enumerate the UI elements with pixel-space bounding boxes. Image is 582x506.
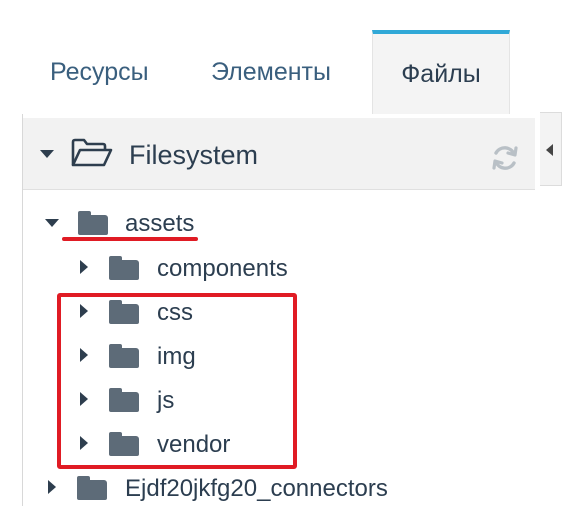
tab-bar: Ресурсы Элементы Файлы (0, 0, 582, 114)
folder-icon (109, 256, 139, 280)
collapse-panel-button[interactable] (540, 112, 562, 186)
panel-title: Filesystem (129, 140, 259, 170)
filesystem-header[interactable]: Filesystem (23, 118, 535, 190)
tree-node-label: Ejdf20jkfg20_connectors (125, 475, 388, 502)
caret-right-icon[interactable] (48, 480, 56, 494)
tab-resources[interactable]: Ресурсы (50, 58, 149, 87)
annotation-highlight-box (57, 293, 297, 469)
tab-elements[interactable]: Элементы (211, 58, 331, 87)
refresh-icon[interactable] (490, 143, 520, 173)
caret-left-icon (546, 144, 553, 156)
tree-node-connectors[interactable]: Ejdf20jkfg20_connectors (44, 468, 444, 506)
caret-right-icon[interactable] (80, 260, 88, 274)
annotation-underline (62, 237, 198, 241)
caret-down-icon[interactable] (40, 150, 54, 158)
tree-node-label: assets (125, 210, 195, 237)
caret-down-icon[interactable] (45, 219, 59, 227)
tab-files[interactable]: Файлы (372, 30, 510, 114)
folder-icon (77, 476, 107, 500)
tree-node-components[interactable]: components (76, 248, 316, 288)
folder-icon (78, 211, 108, 235)
tree-node-label: components (157, 255, 288, 282)
tab-files-label: Файлы (401, 60, 481, 88)
folder-open-icon (71, 138, 113, 167)
